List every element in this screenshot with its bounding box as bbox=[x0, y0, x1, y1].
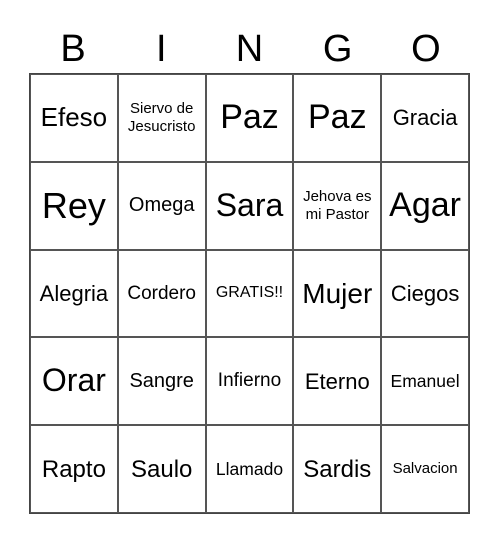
free-space-cell[interactable]: GRATIS!! bbox=[205, 249, 294, 338]
bingo-cell[interactable]: Siervo de Jesucristo bbox=[117, 74, 206, 162]
bingo-cell[interactable]: Sardis bbox=[293, 425, 382, 513]
bingo-cell[interactable]: Mujer bbox=[293, 249, 382, 338]
bingo-cell[interactable]: Paz bbox=[293, 74, 382, 162]
bingo-cell[interactable]: Paz bbox=[205, 74, 294, 162]
bingo-cell[interactable]: Sara bbox=[205, 161, 294, 250]
bingo-cell[interactable]: Ciegos bbox=[381, 249, 469, 338]
bingo-cell[interactable]: Eterno bbox=[293, 337, 382, 426]
bingo-cell[interactable]: Cordero bbox=[117, 249, 206, 338]
header-letter-b: B bbox=[60, 28, 86, 70]
bingo-cell[interactable]: Llamado bbox=[205, 425, 294, 513]
bingo-cell[interactable]: Jehova es mi Pastor bbox=[293, 161, 382, 250]
bingo-cell[interactable]: Salvacion bbox=[381, 425, 469, 513]
bingo-cell[interactable]: Gracia bbox=[381, 74, 469, 162]
bingo-cell[interactable]: Efeso bbox=[30, 74, 118, 162]
header-letter-g: G bbox=[322, 28, 353, 70]
bingo-header: B I N G O bbox=[29, 26, 470, 72]
bingo-cell[interactable]: Saulo bbox=[117, 425, 206, 513]
header-letter-o: O bbox=[411, 28, 441, 70]
bingo-card-grid: Efeso Siervo de Jesucristo Paz Paz Graci… bbox=[29, 73, 470, 514]
bingo-cell[interactable]: Sangre bbox=[117, 337, 206, 426]
bingo-cell[interactable]: Omega bbox=[117, 161, 206, 250]
bingo-cell[interactable]: Orar bbox=[30, 337, 118, 426]
bingo-cell[interactable]: Rapto bbox=[30, 425, 118, 513]
bingo-cell[interactable]: Infierno bbox=[205, 337, 294, 426]
bingo-cell[interactable]: Alegria bbox=[30, 249, 118, 338]
header-letter-n: N bbox=[235, 28, 264, 70]
bingo-cell[interactable]: Emanuel bbox=[381, 337, 469, 426]
bingo-cell[interactable]: Rey bbox=[30, 161, 118, 250]
bingo-cell[interactable]: Agar bbox=[381, 161, 469, 250]
header-letter-i: I bbox=[156, 28, 167, 70]
